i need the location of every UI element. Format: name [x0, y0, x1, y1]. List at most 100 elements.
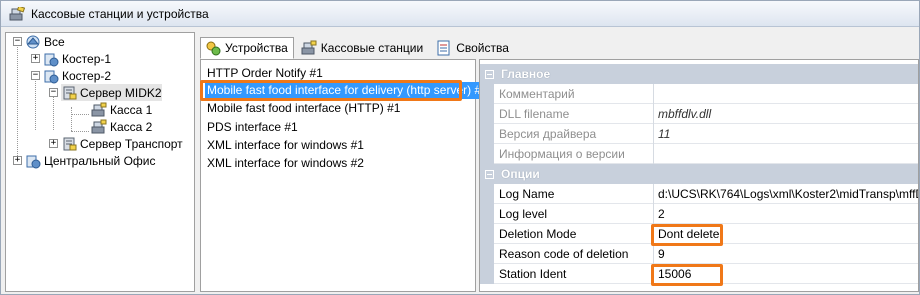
- row-gutter: [480, 244, 494, 264]
- category-title: Опции: [501, 167, 540, 181]
- category-title: Главное: [501, 67, 551, 81]
- property-name: Station Ident: [499, 267, 567, 281]
- property-row-dll[interactable]: DLL filename mbffdlv.dll: [480, 104, 918, 124]
- main-window: Кассовые станции и устройства − Все + Ко…: [0, 0, 920, 295]
- server-icon: [61, 85, 77, 101]
- station-tree[interactable]: − Все + Костер-1 − Костер-2 − Сервер MID…: [5, 32, 195, 292]
- tree-node-koster-1[interactable]: Костер-1: [43, 50, 111, 67]
- property-value[interactable]: 2: [658, 204, 918, 224]
- list-item[interactable]: XML interface for windows #1: [205, 137, 366, 154]
- tree-node-all[interactable]: Все: [25, 33, 65, 50]
- property-row-comment[interactable]: Комментарий: [480, 84, 918, 104]
- expander-button[interactable]: +: [49, 139, 58, 148]
- row-gutter: [480, 104, 494, 124]
- tree-connector: [71, 131, 89, 132]
- row-gutter: [480, 84, 494, 104]
- row-gutter: [480, 124, 494, 144]
- expander-button[interactable]: +: [31, 54, 40, 63]
- column-separator: [653, 244, 654, 264]
- list-item[interactable]: Mobile fast food interface (HTTP) #1: [205, 100, 402, 117]
- expander-button[interactable]: −: [13, 37, 22, 46]
- property-name: Log level: [499, 207, 548, 221]
- property-row-version-info[interactable]: Информация о версии: [480, 144, 918, 164]
- property-row-deletion-mode[interactable]: Deletion Mode Dont delete: [480, 224, 918, 244]
- server-icon: [61, 136, 77, 152]
- row-gutter: [480, 204, 494, 224]
- column-separator: [653, 104, 654, 124]
- tab-cash-stations[interactable]: Кассовые станции: [296, 37, 429, 59]
- tree-node-label: Костер-2: [62, 68, 112, 83]
- property-value[interactable]: 9: [658, 244, 918, 264]
- category-options[interactable]: Опции: [480, 164, 918, 184]
- tab-label: Свойства: [456, 41, 509, 55]
- window-title: Кассовые станции и устройства: [31, 6, 209, 21]
- tree-connector: [71, 114, 89, 115]
- property-row-reason-code[interactable]: Reason code of deletion 9: [480, 244, 918, 264]
- property-row-station-ident[interactable]: Station Ident 15006: [480, 264, 918, 284]
- expander-button[interactable]: −: [31, 71, 40, 80]
- restaurant-icon: [43, 68, 59, 84]
- network-icon: [25, 34, 41, 50]
- devices-icon: [205, 40, 221, 56]
- property-row-driver-version[interactable]: Версия драйвера 11: [480, 124, 918, 144]
- tree-node-cash-2[interactable]: Касса 2: [91, 118, 152, 135]
- property-name: Reason code of deletion: [499, 247, 629, 261]
- list-item[interactable]: HTTP Order Notify #1: [205, 65, 325, 82]
- restaurant-icon: [43, 51, 59, 67]
- property-value[interactable]: mbffdlv.dll: [658, 104, 918, 124]
- column-separator: [653, 144, 654, 164]
- properties-icon: [436, 40, 452, 56]
- office-icon: [25, 153, 41, 169]
- tree-node-central-office[interactable]: Центральный Офис: [25, 152, 155, 169]
- tree-connector: [17, 47, 18, 158]
- property-grid[interactable]: Главное Комментарий DLL filename mbffdlv…: [479, 59, 919, 292]
- column-separator: [653, 84, 654, 104]
- tree-connector: [71, 107, 72, 131]
- expander-button[interactable]: −: [49, 88, 58, 97]
- cash-register-icon: [301, 40, 317, 56]
- row-gutter: [480, 264, 494, 284]
- tree-node-label: Центральный Офис: [44, 153, 156, 168]
- tree-connector: [35, 73, 36, 130]
- tree-node-server-transport[interactable]: Сервер Транспорт: [61, 135, 183, 152]
- tab-properties[interactable]: Свойства: [431, 37, 515, 59]
- cash-register-icon: [91, 102, 107, 118]
- property-name: DLL filename: [499, 107, 570, 121]
- property-row-log-name[interactable]: Log Name d:\UCS\RK\764\Logs\xml\Koster2\…: [480, 184, 918, 204]
- property-value[interactable]: [658, 144, 918, 164]
- property-value[interactable]: [658, 84, 918, 104]
- tab-label: Кассовые станции: [320, 41, 424, 55]
- tree-node-label: Касса 2: [110, 119, 153, 134]
- tree-node-label: Касса 1: [110, 102, 153, 117]
- collapse-icon[interactable]: [485, 169, 494, 179]
- property-value[interactable]: Dont delete: [658, 224, 918, 244]
- collapse-icon[interactable]: [485, 69, 494, 79]
- column-separator: [653, 264, 654, 284]
- column-separator: [653, 184, 654, 204]
- property-name: Deletion Mode: [499, 227, 577, 241]
- cash-register-icon: [91, 119, 107, 135]
- list-item[interactable]: XML interface for windows #2: [205, 155, 366, 172]
- tree-node-label: Костер-1: [62, 51, 112, 66]
- property-value[interactable]: 15006: [658, 264, 918, 284]
- category-main[interactable]: Главное: [480, 64, 918, 84]
- property-value[interactable]: 11: [658, 124, 918, 144]
- property-name: Версия драйвера: [499, 127, 597, 141]
- tree-node-server-midk2[interactable]: Сервер MIDK2: [61, 84, 162, 101]
- cash-register-icon: [9, 4, 26, 21]
- list-item-selected[interactable]: Mobile fast food interface for delivery …: [205, 82, 490, 99]
- column-separator: [653, 204, 654, 224]
- tab-label: Устройства: [225, 41, 288, 55]
- row-gutter: [480, 184, 494, 204]
- expander-button[interactable]: +: [13, 156, 22, 165]
- tab-devices[interactable]: Устройства: [200, 37, 294, 59]
- property-name: Информация о версии: [499, 147, 625, 161]
- tree-node-label: Все: [44, 34, 65, 49]
- property-row-log-level[interactable]: Log level 2: [480, 204, 918, 224]
- list-item[interactable]: PDS interface #1: [205, 119, 300, 136]
- device-list[interactable]: HTTP Order Notify #1 Mobile fast food in…: [200, 59, 490, 292]
- tree-node-cash-1[interactable]: Касса 1: [91, 101, 152, 118]
- tree-node-koster-2[interactable]: Костер-2: [43, 67, 111, 84]
- property-name: Комментарий: [499, 87, 575, 101]
- property-value[interactable]: d:\UCS\RK\764\Logs\xml\Koster2\midTransp…: [658, 184, 918, 204]
